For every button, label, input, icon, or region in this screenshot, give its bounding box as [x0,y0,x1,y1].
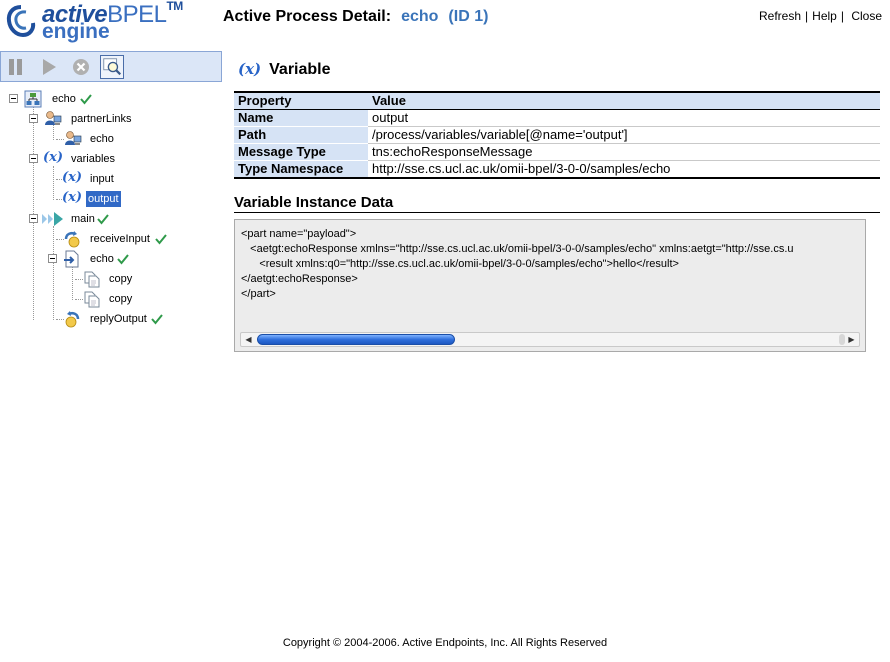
tree-node-replyoutput[interactable]: replyOutput [88,311,149,327]
help-link[interactable]: Help [812,9,837,23]
variable-icon: (x) [238,60,262,78]
tree-node-partner-echo[interactable]: echo [88,131,116,147]
collapse-main-toggle[interactable] [29,214,38,223]
tree-node-echo-process[interactable]: echo [50,91,78,107]
xml-line: <part name="payload"> [241,228,357,240]
tree-node-main[interactable]: main [69,211,97,227]
reply-icon [65,311,80,328]
sequence-icon [42,212,63,226]
variable-output-icon: (x) [62,190,83,205]
column-header-value: Value [368,91,880,110]
tree-node-copy-1[interactable]: copy [107,271,134,287]
page-title: Active Process Detail: echo (ID 1) [223,8,489,25]
receive-icon [64,231,80,248]
completed-check-icon [117,254,129,265]
tree-node-output-selected[interactable]: output [86,191,121,207]
xml-line: </part> [241,288,276,300]
completed-check-icon [155,234,167,245]
tree-node-input[interactable]: input [88,171,116,187]
find-icon[interactable] [100,55,124,79]
partner-links-icon [45,111,62,125]
completed-check-icon [80,94,92,105]
property-value: /process/variables/variable[@name='outpu… [368,126,880,144]
horizontal-scrollbar[interactable]: ◀ ▶ [240,332,860,347]
variable-properties-table: Property Value Name output Path /process… [234,91,880,179]
tree-node-receiveinput[interactable]: receiveInput [88,231,152,247]
variables-icon: (x) [43,150,64,165]
tree-node-partnerlinks[interactable]: partnerLinks [69,111,134,127]
tree-node-variables[interactable]: variables [69,151,117,167]
collapse-root-toggle[interactable] [9,94,18,103]
variable-input-icon: (x) [62,170,83,185]
property-key: Type Namespace [234,160,368,179]
process-name: echo [401,8,439,25]
instance-data-panel[interactable]: <part name="payload"> <aetgt:echoRespons… [234,219,866,352]
table-row: Type Namespace http://sse.cs.ucl.ac.uk/o… [234,160,880,179]
copy-icon [84,291,100,308]
table-row: Name output [234,109,880,127]
xml-line: </aetgt:echoResponse> [241,273,358,285]
partner-link-icon [65,131,82,145]
completed-check-icon [97,214,109,225]
instance-data-heading: Variable Instance Data [234,194,880,213]
property-key: Message Type [234,143,368,161]
footer-copyright: Copyright © 2004-2006. Active Endpoints,… [282,637,608,649]
xml-line: <aetgt:echoResponse xmlns="http://sse.cs… [241,243,794,255]
activebpel-logo: activeBPELTM engine [6,0,183,44]
top-links: Refresh | Help | Close [759,9,882,23]
collapse-partnerlinks-toggle[interactable] [29,114,38,123]
process-tree: echo partnerLinks echo (x) variables (x)… [0,86,222,346]
process-icon [24,90,42,108]
property-value: tns:echoResponseMessage [368,143,880,161]
collapse-variables-toggle[interactable] [29,154,38,163]
table-row: Message Type tns:echoResponseMessage [234,143,880,161]
pause-icon[interactable] [5,57,27,77]
assign-icon [64,250,79,268]
refresh-link[interactable]: Refresh [759,9,801,23]
close-link[interactable]: Close [851,9,882,23]
property-key: Name [234,109,368,127]
xml-content: <part name="payload"> <aetgt:echoRespons… [241,227,794,302]
table-row: Path /process/variables/variable[@name='… [234,126,880,144]
process-toolbar [0,51,222,82]
stop-icon[interactable] [70,57,92,77]
collapse-echo-assign-toggle[interactable] [48,254,57,263]
variable-section-heading: (x) Variable [238,60,331,78]
table-header-row: Property Value [234,91,880,110]
property-value: http://sse.cs.ucl.ac.uk/omii-bpel/3-0-0/… [368,160,880,179]
column-header-property: Property [234,91,368,110]
copy-icon [84,271,100,288]
scroll-left-arrow-icon[interactable]: ◀ [242,333,255,346]
property-value: output [368,109,880,127]
tree-node-copy-2[interactable]: copy [107,291,134,307]
completed-check-icon [151,314,163,325]
property-key: Path [234,126,368,144]
process-id: (ID 1) [448,8,489,25]
scroll-right-arrow-icon[interactable]: ▶ [845,333,858,346]
play-icon[interactable] [38,57,60,77]
scrollbar-thumb[interactable] [257,334,455,345]
logo-subtitle: engine [42,20,110,43]
xml-line: <result xmlns:q0="http://sse.cs.ucl.ac.u… [241,258,679,270]
tree-node-echo-assign[interactable]: echo [88,251,116,267]
logo-swirl-icon [6,5,36,38]
